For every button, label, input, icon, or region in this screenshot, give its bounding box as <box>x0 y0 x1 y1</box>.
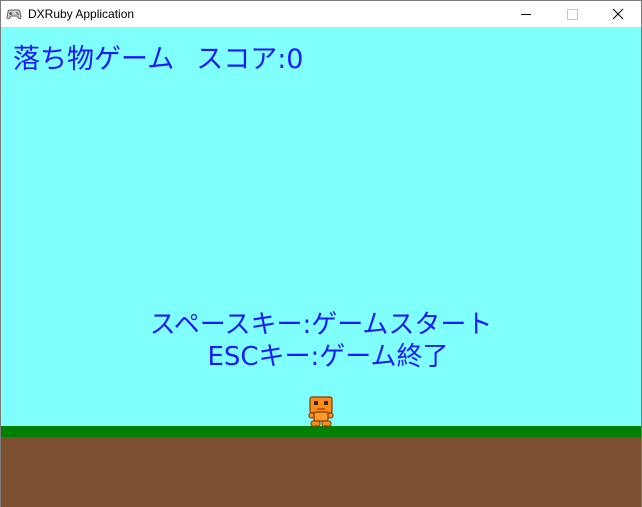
title-bar[interactable]: DXRuby Application <box>1 1 641 27</box>
start-instruction: スペースキー:ゲームスタート <box>149 310 493 340</box>
minimize-button[interactable] <box>503 1 549 27</box>
game-title: 落ち物ゲーム <box>13 44 175 75</box>
minimize-icon <box>521 14 531 15</box>
application-window: DXRuby Application 落ち物ゲーム スコア:0 スペースキー:ゲー… <box>0 0 642 507</box>
maximize-icon <box>567 9 578 20</box>
maximize-button[interactable] <box>549 1 595 27</box>
gamepad-icon <box>6 6 22 22</box>
close-icon <box>612 8 624 20</box>
instructions: スペースキー:ゲームスタート ESCキー:ゲーム終了 <box>1 309 641 373</box>
window-title: DXRuby Application <box>28 7 135 21</box>
score-header: 落ち物ゲーム スコア:0 <box>13 37 303 76</box>
exit-instruction: ESCキー:ゲーム終了 <box>207 342 449 372</box>
ground <box>1 437 641 507</box>
game-canvas[interactable]: 落ち物ゲーム スコア:0 スペースキー:ゲームスタート ESCキー:ゲーム終了 <box>1 27 641 507</box>
close-button[interactable] <box>595 1 641 27</box>
score-display: スコア:0 <box>196 44 304 75</box>
player-character-icon <box>308 396 334 427</box>
